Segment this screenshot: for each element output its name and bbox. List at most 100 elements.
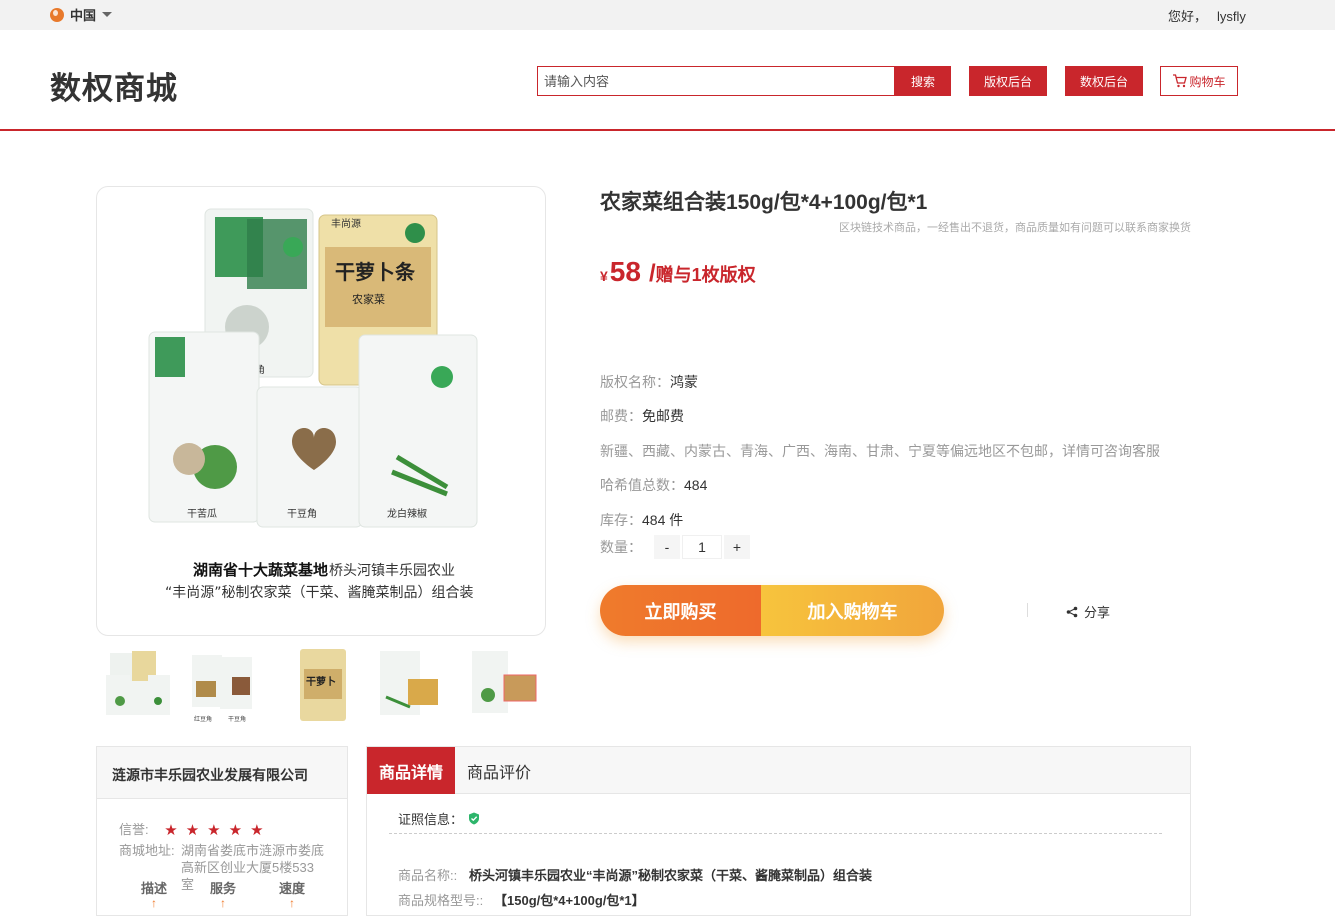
svg-text:干苦瓜: 干苦瓜 bbox=[187, 507, 217, 520]
shop-info-card: 涟源市丰乐园农业发展有限公司 信誉: ★ ★ ★ ★ ★ 商城地址: 湖南省娄底市… bbox=[96, 746, 348, 916]
share-button[interactable]: 分享 bbox=[1066, 602, 1110, 621]
metric-label: 描述 bbox=[140, 881, 167, 896]
metric-speed: 速度 ↑ bbox=[272, 878, 312, 909]
bag-lajiao: 龙白辣椒 bbox=[358, 334, 478, 528]
caption-line2: “丰尚源”秘制农家菜（干菜、酱腌菜制品）组合装 bbox=[165, 584, 474, 601]
spec-name-value: 桥头河镇丰乐园农业“丰尚源”秘制农家菜（干菜、酱腌菜制品）组合装 bbox=[469, 868, 873, 883]
thumbnail-strip: 红豆角 干豆角 干萝卜 bbox=[100, 645, 550, 725]
price-separator: / bbox=[648, 260, 656, 287]
thumbnail-2-label-2: 干豆角 bbox=[228, 715, 246, 723]
reputation-row: 信誉: ★ ★ ★ ★ ★ bbox=[119, 819, 264, 839]
metric-service: 服务 ↑ bbox=[203, 878, 243, 909]
search-button[interactable]: 搜索 bbox=[895, 66, 951, 96]
metric-description: 描述 ↑ bbox=[134, 878, 174, 909]
star-icon: ★ bbox=[185, 822, 200, 839]
cart-button[interactable]: 购物车 bbox=[1160, 66, 1238, 96]
svg-text:干萝卜条: 干萝卜条 bbox=[335, 260, 416, 284]
star-icon: ★ bbox=[207, 822, 221, 839]
user-greeting: 您好， lysfly bbox=[1168, 6, 1246, 25]
product-photo: 龙豆角 干萝卜条 农家菜 丰尚源 干苦瓜 干豆角 bbox=[148, 208, 478, 601]
purchase-buttons: 立即购买 加入购物车 bbox=[600, 585, 944, 636]
site-logo[interactable]: 数权商城 bbox=[50, 63, 178, 108]
certificate-label: 证照信息： bbox=[398, 812, 464, 827]
top-bar: 中国 您好， lysfly bbox=[0, 0, 1335, 30]
region-label: 中国 bbox=[70, 8, 97, 23]
cart-icon bbox=[1173, 74, 1188, 88]
detail-tabs: 商品详情 商品评价 bbox=[367, 747, 1190, 794]
postage-row: 邮费：免邮费 bbox=[600, 406, 684, 426]
stock-row: 库存：484 件 bbox=[600, 510, 683, 530]
price-amount: 58 bbox=[609, 256, 641, 287]
shipping-region-note: 新疆、西藏、内蒙古、青海、广西、海南、甘肃、宁夏等偏远地区不包邮，详情可咨询客服 bbox=[600, 443, 1160, 459]
globe-icon bbox=[50, 7, 64, 22]
certificate-info: 证照信息： bbox=[398, 809, 480, 828]
shop-name[interactable]: 涟源市丰乐园农业发展有限公司 bbox=[97, 747, 347, 799]
product-title: 农家菜组合装150g/包*4+100g/包*1 bbox=[600, 191, 928, 214]
chevron-down-icon bbox=[102, 12, 113, 17]
tab-reviews[interactable]: 商品评价 bbox=[455, 747, 543, 794]
svg-text:龙白辣椒: 龙白辣椒 bbox=[387, 507, 427, 520]
data-admin-button[interactable]: 数权后台 bbox=[1065, 66, 1143, 96]
search-input[interactable] bbox=[537, 66, 895, 96]
thumbnail-2[interactable]: 红豆角 干豆角 bbox=[186, 645, 258, 725]
svg-text:丰尚源: 丰尚源 bbox=[331, 217, 361, 230]
gift-note: 赠与1枚版权 bbox=[655, 265, 756, 285]
metric-label: 服务 bbox=[209, 881, 236, 896]
hash-value: 484 bbox=[684, 477, 708, 493]
quantity-increase-button[interactable]: + bbox=[724, 535, 750, 559]
shield-check-icon[interactable] bbox=[468, 812, 480, 825]
arrow-up-icon: ↑ bbox=[151, 896, 157, 910]
postage-label: 邮费： bbox=[600, 408, 642, 424]
copyright-label: 版权名称： bbox=[600, 374, 670, 390]
share-label: 分享 bbox=[1084, 605, 1111, 620]
svg-text:干萝卜: 干萝卜 bbox=[306, 675, 336, 688]
thumbnail-5[interactable] bbox=[466, 645, 538, 725]
copyright-admin-button[interactable]: 版权后台 bbox=[969, 66, 1047, 96]
buy-now-button[interactable]: 立即购买 bbox=[600, 585, 761, 636]
thumbnail-1[interactable] bbox=[100, 645, 172, 725]
thumbnail-3[interactable]: 干萝卜 bbox=[286, 645, 358, 725]
spec-product-name: 商品名称:: 桥头河镇丰乐园农业“丰尚源”秘制农家菜（干菜、酱腌菜制品）组合装 bbox=[398, 865, 872, 884]
arrow-up-icon: ↑ bbox=[220, 896, 226, 910]
cart-label: 购物车 bbox=[1189, 74, 1226, 89]
svg-text:农家菜: 农家菜 bbox=[352, 292, 385, 306]
site-header: 数权商城 搜索 版权后台 数权后台 购物车 bbox=[0, 30, 1335, 131]
spec-model-value: 【150g/包*4+100g/包*1】 bbox=[494, 893, 645, 908]
metric-label: 速度 bbox=[278, 881, 305, 896]
currency-symbol: ¥ bbox=[600, 268, 608, 284]
rating-stars: ★ ★ ★ ★ ★ bbox=[164, 821, 263, 839]
quantity-label: 数量： bbox=[600, 539, 642, 555]
quantity-decrease-button[interactable]: - bbox=[654, 535, 680, 559]
reputation-label: 信誉: bbox=[119, 822, 149, 837]
spec-model-label: 商品规格型号:: bbox=[398, 893, 484, 908]
product-main-image[interactable]: 龙豆角 干萝卜条 农家菜 丰尚源 干苦瓜 干豆角 bbox=[96, 186, 546, 636]
copyright-name-row: 版权名称：鸿蒙 bbox=[600, 372, 698, 392]
spec-name-label: 商品名称:: bbox=[398, 868, 458, 883]
quantity-stepper: 数量： - 1 + bbox=[600, 535, 750, 559]
thumbnail-4[interactable] bbox=[372, 645, 444, 725]
address-label: 商城地址: bbox=[119, 843, 175, 858]
star-icon: ★ bbox=[228, 822, 243, 839]
bag-kugua: 干苦瓜 bbox=[148, 331, 260, 523]
tab-details[interactable]: 商品详情 bbox=[367, 747, 456, 794]
thumbnail-2-label-1: 红豆角 bbox=[194, 715, 212, 723]
username-link[interactable]: lysfly bbox=[1217, 9, 1246, 24]
return-policy-notice: 区块链技术商品，一经售出不退货，商品质量如有问题可以联系商家换货 bbox=[839, 222, 1191, 234]
hash-total-row: 哈希值总数：484 bbox=[600, 475, 707, 495]
price: ¥ 58 / 赠与1枚版权 bbox=[600, 256, 756, 288]
divider bbox=[1027, 603, 1028, 617]
add-to-cart-button[interactable]: 加入购物车 bbox=[761, 585, 944, 636]
arrow-up-icon: ↑ bbox=[289, 896, 295, 910]
quantity-input[interactable]: 1 bbox=[682, 535, 722, 559]
share-icon bbox=[1066, 606, 1078, 617]
stock-label: 库存： bbox=[600, 512, 642, 528]
star-icon: ★ bbox=[164, 822, 178, 839]
region-selector[interactable]: 中国 bbox=[50, 5, 113, 24]
bag-doujiao: 干豆角 bbox=[256, 386, 363, 528]
product-detail-panel: 商品详情 商品评价 证照信息： 商品名称:: 桥头河镇丰乐园农业“丰尚源”秘制农家… bbox=[366, 746, 1191, 916]
hash-label: 哈希值总数： bbox=[600, 477, 684, 493]
caption-bold: 湖南省十大蔬菜基地 bbox=[193, 561, 328, 579]
postage-value: 免邮费 bbox=[642, 408, 684, 424]
spec-model: 商品规格型号:: 【150g/包*4+100g/包*1】 bbox=[398, 890, 645, 909]
svg-text:干豆角: 干豆角 bbox=[287, 508, 317, 520]
